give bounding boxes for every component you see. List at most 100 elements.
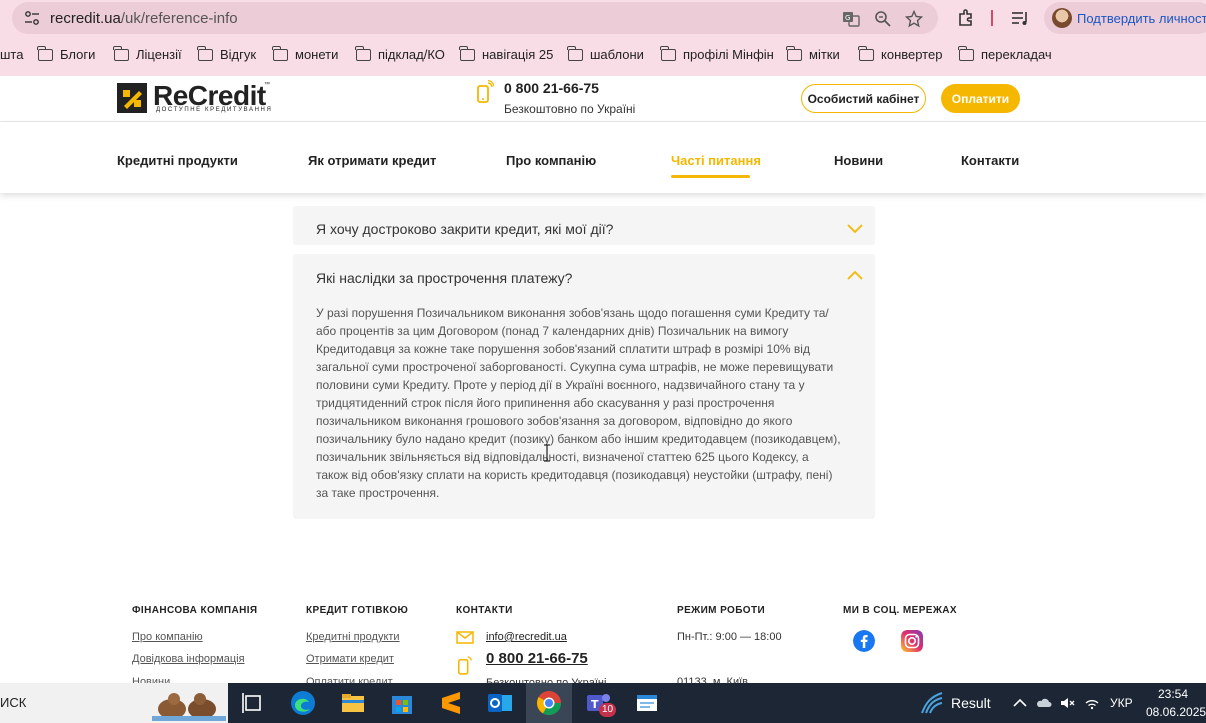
site-footer: ФІНАНСОВА КОМПАНІЯ Про компанію Довідков… xyxy=(0,590,1206,689)
bookmark-label: шаблони xyxy=(590,47,644,62)
bookmark-item[interactable]: профілі Мінфін xyxy=(660,45,774,62)
sublime-text-icon[interactable] xyxy=(437,689,465,717)
outlook-icon[interactable] xyxy=(486,689,514,717)
nav-item-contacts[interactable]: Контакти xyxy=(961,153,1019,168)
bookmark-star-icon[interactable] xyxy=(905,10,923,28)
chevron-down-icon[interactable] xyxy=(847,224,863,234)
windows-taskbar: ИСК T 10 Result УКР 23:54 08.06.2025 xyxy=(0,683,1206,723)
bookmark-item[interactable]: Ліцензії xyxy=(113,45,182,62)
nav-item-about[interactable]: Про компанію xyxy=(506,153,596,168)
url-path: /uk/reference-info xyxy=(120,10,238,27)
header-phone-number[interactable]: 0 800 21-66-75 xyxy=(504,80,599,96)
bookmark-item[interactable]: перекладач xyxy=(958,45,1052,62)
phone-icon xyxy=(477,80,494,103)
footer-heading: КОНТАКТИ xyxy=(456,605,513,616)
url-domain: recredit.ua xyxy=(50,10,121,27)
footer-phone-link[interactable]: 0 800 21-66-75 xyxy=(486,650,588,667)
task-view-icon[interactable] xyxy=(239,689,267,717)
wifi-icon[interactable] xyxy=(1084,695,1100,711)
bookmark-item[interactable]: монети xyxy=(272,45,338,62)
logo-mark-icon[interactable] xyxy=(117,83,147,113)
pay-button[interactable]: Оплатити xyxy=(941,84,1020,113)
main-nav: Кредитні продукти Як отримати кредит Про… xyxy=(0,122,1206,193)
faq-question[interactable]: Я хочу достроково закрити кредит, які мо… xyxy=(316,221,613,237)
nav-item-faq[interactable]: Часті питання xyxy=(671,153,761,168)
nav-item-how-to-get[interactable]: Як отримати кредит xyxy=(308,153,436,168)
weather-widget-icon[interactable] xyxy=(918,689,946,717)
bookmark-item[interactable]: шта xyxy=(0,47,23,62)
instagram-icon[interactable] xyxy=(901,630,923,652)
footer-heading: КРЕДИТ ГОТІВКОЮ xyxy=(306,605,409,616)
zoom-icon[interactable] xyxy=(874,10,892,28)
footer-link[interactable]: Кредитні продукти xyxy=(306,631,400,643)
bookmarks-bar: шта Блоги Ліцензії Відгук монети підклад… xyxy=(0,40,1206,70)
nav-active-indicator xyxy=(671,175,750,178)
clock-date[interactable]: 08.06.2025 xyxy=(1146,705,1206,719)
facebook-icon[interactable] xyxy=(853,630,875,652)
bookmark-item[interactable]: шаблони xyxy=(567,45,644,62)
bookmark-label: Блоги xyxy=(60,47,96,62)
chrome-icon[interactable] xyxy=(535,689,563,717)
translate-icon[interactable]: G xyxy=(842,10,860,28)
nav-item-credit-products[interactable]: Кредитні продукти xyxy=(117,153,238,168)
folder-icon xyxy=(272,45,288,61)
microsoft-store-icon[interactable] xyxy=(388,689,416,717)
faq-item[interactable]: Я хочу достроково закрити кредит, які мо… xyxy=(293,206,875,245)
faq-question[interactable]: Які наслідки за прострочення платежу? xyxy=(316,270,572,286)
bookmark-item[interactable]: мітки xyxy=(786,45,840,62)
bookmark-label: профілі Мінфін xyxy=(683,47,774,62)
bookmark-item[interactable]: Відгук xyxy=(197,45,257,62)
bookmark-item[interactable]: Блоги xyxy=(37,45,96,62)
folder-icon xyxy=(197,45,213,61)
profile-label: Подтвердить личность xyxy=(1077,11,1206,26)
volume-muted-icon[interactable] xyxy=(1059,695,1075,711)
search-highlight-icon xyxy=(152,693,226,721)
bookmark-item[interactable]: навігація 25 xyxy=(459,45,553,62)
bookmark-label: шта xyxy=(0,47,24,62)
teams-notification-badge: 10 xyxy=(599,703,617,717)
bookmark-label: перекладач xyxy=(981,47,1052,62)
nav-item-news[interactable]: Новини xyxy=(834,153,883,168)
taskbar-search-box[interactable]: ИСК xyxy=(0,683,228,723)
folder-icon xyxy=(37,45,53,61)
address-bar[interactable]: recredit.ua/uk/reference-info G xyxy=(12,2,938,34)
footer-email-link[interactable]: info@recredit.ua xyxy=(486,631,567,643)
notes-app-icon[interactable] xyxy=(633,689,661,717)
mail-icon xyxy=(456,631,474,644)
header-phone-note: Безкоштовно по Україні xyxy=(504,102,636,116)
edge-browser-icon[interactable] xyxy=(289,689,317,717)
phone-icon xyxy=(457,656,472,675)
personal-cabinet-button[interactable]: Особистий кабінет xyxy=(801,84,926,113)
profile-button[interactable]: Подтвердить личность xyxy=(1044,2,1206,34)
chevron-up-icon[interactable] xyxy=(847,270,863,280)
bookmark-item[interactable]: підклад/КО xyxy=(355,45,445,62)
footer-working-hours: Пн-Пт.: 9:00 — 18:00 xyxy=(677,631,782,643)
footer-heading: МИ В СОЦ. МЕРЕЖАХ xyxy=(843,605,957,616)
onedrive-icon[interactable] xyxy=(1036,695,1052,711)
folder-icon xyxy=(660,45,676,61)
bookmark-label: конвертер xyxy=(881,47,943,62)
folder-icon xyxy=(459,45,475,61)
site-info-icon[interactable] xyxy=(24,10,40,26)
logo-trademark: ™ xyxy=(264,82,270,88)
faq-item-expanded[interactable]: Які наслідки за прострочення платежу? У … xyxy=(293,254,875,519)
input-language[interactable]: УКР xyxy=(1110,696,1133,710)
extensions-icon[interactable] xyxy=(956,8,976,28)
folder-icon xyxy=(355,45,371,61)
media-control-icon[interactable] xyxy=(1010,8,1030,28)
bookmark-label: Відгук xyxy=(220,47,257,62)
svg-text:G: G xyxy=(845,14,850,22)
footer-link[interactable]: Про компанію xyxy=(132,631,203,643)
url-text: recredit.ua/uk/reference-info xyxy=(50,10,238,27)
footer-link[interactable]: Отримати кредит xyxy=(306,653,394,665)
file-explorer-icon[interactable] xyxy=(339,689,367,717)
toolbar-divider xyxy=(991,10,993,26)
bookmark-item[interactable]: конвертер xyxy=(858,45,943,62)
logo-tagline: ДОСТУПНЕ КРЕДИТУВАННЯ xyxy=(156,107,273,113)
folder-icon xyxy=(858,45,874,61)
chevron-up-icon[interactable] xyxy=(1012,695,1028,711)
footer-heading: ФІНАНСОВА КОМПАНІЯ xyxy=(132,605,258,616)
clock-time[interactable]: 23:54 xyxy=(1158,687,1188,701)
weather-widget-label[interactable]: Result xyxy=(951,695,991,711)
footer-link[interactable]: Довідкова інформація xyxy=(132,653,245,665)
